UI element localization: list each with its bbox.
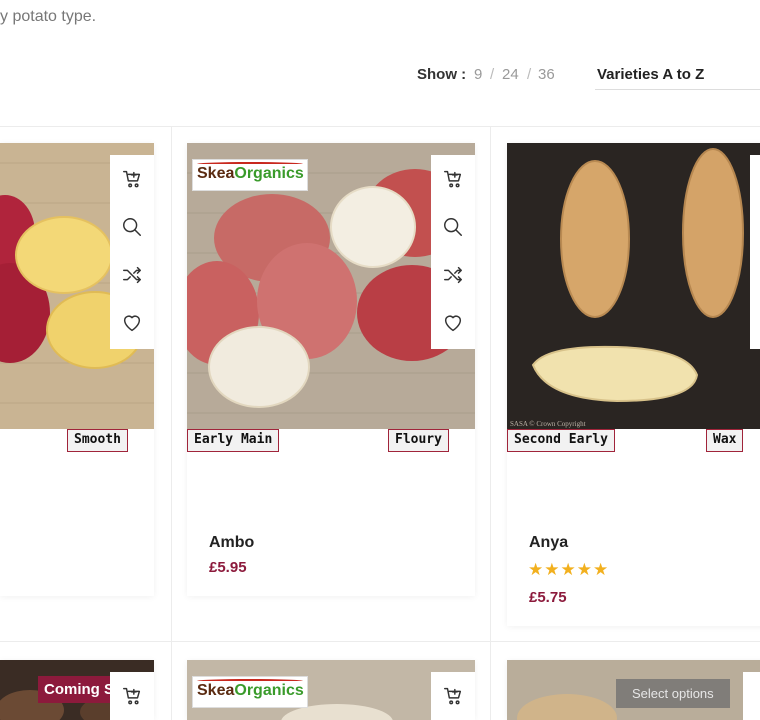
product-tag: Early Main xyxy=(187,429,280,452)
search-icon xyxy=(444,218,462,236)
product-card: SkeaOrganics Early Main Floury Ambo £5.9… xyxy=(187,143,475,596)
compare-button[interactable] xyxy=(110,251,154,299)
grid-divider xyxy=(0,641,760,642)
quick-view-button[interactable] xyxy=(110,203,154,251)
shop-toolbar: Show : 9 / 24 / 36 Varieties A to Z xyxy=(0,60,760,96)
grid-divider xyxy=(0,126,760,127)
product-card: SASA © Crown Copyright Second Early Wax … xyxy=(507,143,760,626)
wishlist-button[interactable] xyxy=(431,299,475,347)
cart-icon xyxy=(444,687,462,705)
search-icon xyxy=(123,218,141,236)
select-options-button[interactable]: Select options xyxy=(616,679,730,708)
cart-icon xyxy=(123,170,141,188)
compare-icon xyxy=(123,266,141,284)
heart-icon xyxy=(123,315,141,332)
wishlist-button[interactable] xyxy=(110,299,154,347)
product-image[interactable]: SASA © Crown Copyright xyxy=(507,143,760,429)
product-name[interactable]: Anya xyxy=(529,534,568,552)
product-price: £5.95 xyxy=(209,559,247,576)
cart-icon xyxy=(444,170,462,188)
coming-soon-badge: Coming Soon xyxy=(38,676,118,703)
product-tag: Smooth xyxy=(67,429,128,452)
product-card: Smooth xyxy=(0,143,154,596)
brand-logo: SkeaOrganics xyxy=(192,676,308,708)
product-actions xyxy=(431,155,475,349)
product-actions xyxy=(743,672,760,720)
compare-button[interactable] xyxy=(431,251,475,299)
product-price: £5.75 xyxy=(529,589,567,606)
category-description: y potato type. xyxy=(0,8,97,25)
show-24-link[interactable]: 24 xyxy=(502,66,519,83)
product-actions xyxy=(110,155,154,349)
grid-divider xyxy=(171,127,172,720)
show-9-link[interactable]: 9 xyxy=(474,66,482,83)
brand-logo: SkeaOrganics xyxy=(192,159,308,191)
rating-stars: ★★★★★ xyxy=(528,560,610,579)
show-36-link[interactable]: 36 xyxy=(538,66,555,83)
add-to-cart-button[interactable] xyxy=(110,672,154,720)
show-separator: / xyxy=(527,66,532,83)
brand-swoosh xyxy=(197,162,303,166)
show-separator: / xyxy=(490,66,495,83)
product-actions xyxy=(431,672,475,720)
compare-icon xyxy=(444,266,462,284)
copyright-text: SASA © Crown Copyright xyxy=(510,420,586,428)
add-to-cart-button[interactable] xyxy=(431,672,475,720)
show-label: Show : xyxy=(417,66,467,83)
grid-divider xyxy=(490,127,491,720)
add-to-cart-button[interactable] xyxy=(431,155,475,203)
product-tag: Wax xyxy=(706,429,744,452)
product-tag: Second Early xyxy=(507,429,615,452)
cart-icon xyxy=(123,687,141,705)
quick-view-button[interactable] xyxy=(431,203,475,251)
product-tag: Floury xyxy=(388,429,449,452)
add-to-cart-button[interactable] xyxy=(110,155,154,203)
product-card: Coming Soon xyxy=(0,660,154,720)
product-card: Select options xyxy=(507,660,760,720)
product-actions xyxy=(750,155,760,349)
sort-select[interactable]: Varieties A to Z xyxy=(595,60,760,90)
brand-swoosh xyxy=(197,679,303,683)
product-card: SkeaOrganics xyxy=(187,660,475,720)
heart-icon xyxy=(444,315,462,332)
product-name[interactable]: Ambo xyxy=(209,534,254,552)
product-actions xyxy=(110,672,154,720)
